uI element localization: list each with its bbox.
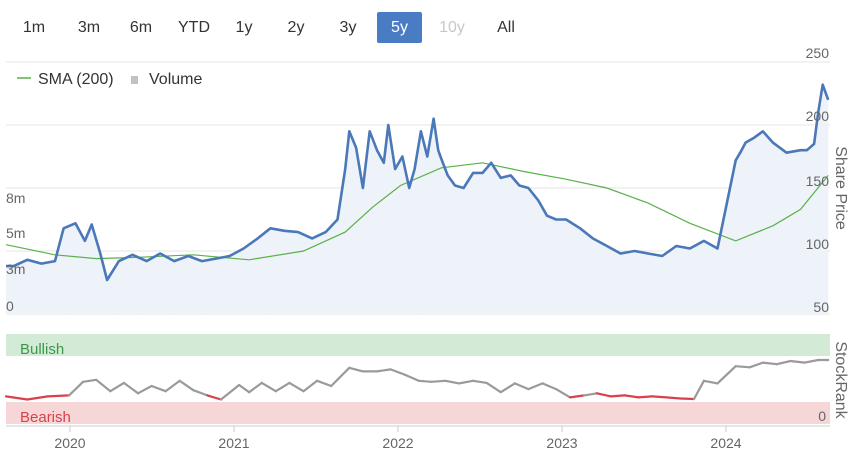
bullish-band bbox=[6, 334, 830, 356]
stockrank-segment bbox=[716, 365, 737, 385]
stockrank-segment bbox=[316, 379, 333, 388]
stockrank-segment bbox=[651, 395, 668, 399]
volume-legend-label[interactable]: Volume bbox=[149, 71, 202, 88]
stockrank-segment bbox=[122, 381, 140, 395]
stockrank-segment bbox=[192, 389, 209, 397]
stockrank-segment bbox=[499, 382, 516, 394]
stockrank-segment bbox=[513, 382, 530, 391]
price-tick-50: 50 bbox=[813, 299, 829, 315]
stockrank-segment bbox=[472, 379, 488, 384]
stockrank-segment bbox=[330, 366, 351, 388]
stockrank-segment bbox=[554, 388, 572, 399]
stockrank-segment bbox=[430, 379, 447, 383]
stockrank-segment bbox=[583, 392, 599, 397]
stockrank-segment bbox=[541, 382, 558, 391]
stockrank-segment bbox=[219, 383, 241, 401]
price-tick-250: 250 bbox=[806, 45, 830, 61]
stockrank-segment bbox=[692, 379, 706, 401]
stockrank-segment bbox=[403, 373, 420, 382]
stockrank-segment bbox=[375, 368, 392, 373]
stockrank-segment bbox=[46, 394, 71, 398]
stockrank-segment bbox=[734, 365, 751, 369]
stockrank-segment bbox=[109, 381, 126, 393]
stockrank-line bbox=[4, 358, 830, 401]
stockrank-segment bbox=[775, 359, 792, 366]
x-label-2023: 2023 bbox=[546, 435, 577, 450]
stockrank-segment bbox=[803, 358, 820, 364]
sma-legend-label[interactable]: SMA (200) bbox=[38, 71, 114, 88]
stockrank-segment bbox=[389, 368, 406, 376]
stockrank-segment bbox=[136, 384, 153, 395]
stockrank-segment bbox=[748, 361, 765, 369]
stockrank-segment bbox=[348, 366, 364, 373]
bearish-band bbox=[6, 402, 830, 424]
stockrank-segment bbox=[302, 379, 319, 393]
stockrank-segment bbox=[609, 394, 626, 398]
stockrank-segment bbox=[248, 381, 263, 394]
legend[interactable]: SMA (200) Volume bbox=[17, 71, 202, 88]
volume-tick-5m: 5m bbox=[6, 225, 25, 241]
x-label-2024: 2024 bbox=[710, 435, 741, 450]
stockrank-segment bbox=[568, 394, 586, 399]
stockrank-segment bbox=[95, 378, 112, 393]
volume-tick-3m: 3m bbox=[6, 261, 25, 277]
x-label-2020: 2020 bbox=[54, 435, 85, 450]
stockrank-segment bbox=[665, 396, 682, 400]
price-tick-150: 150 bbox=[806, 173, 830, 189]
stockrank-segment bbox=[417, 379, 433, 383]
stockrank-segment bbox=[527, 382, 544, 391]
stockrank-segment bbox=[260, 381, 277, 393]
stockrank-segment bbox=[206, 394, 223, 401]
bearish-label: Bearish bbox=[20, 409, 71, 426]
share-price-axis-title: Share Price bbox=[832, 146, 849, 230]
price-chart[interactable]: 250 200 150 100 50 Share Price 8m 5m 3m … bbox=[0, 0, 856, 450]
stockrank-segment bbox=[288, 381, 305, 393]
stockrank-segment bbox=[637, 395, 654, 399]
stockrank-segment bbox=[4, 395, 29, 401]
stockrank-segment bbox=[164, 379, 181, 393]
stockrank-segment bbox=[274, 381, 291, 393]
bullish-label: Bullish bbox=[20, 341, 64, 358]
volume-legend-swatch bbox=[131, 76, 138, 84]
stockrank-axis-title: StockRank bbox=[832, 341, 849, 419]
stockrank-segment bbox=[485, 381, 502, 394]
stockrank-segment bbox=[81, 378, 98, 383]
stockrank-segment bbox=[238, 383, 251, 394]
volume-tick-0: 0 bbox=[6, 298, 14, 314]
x-label-2021: 2021 bbox=[218, 435, 249, 450]
x-label-2022: 2022 bbox=[382, 435, 413, 450]
stockrank-segment bbox=[457, 379, 475, 385]
stockrank-panel: Bullish Bearish 0 StockRank bbox=[4, 334, 849, 426]
stockrank-segment bbox=[679, 397, 696, 401]
price-tick-200: 200 bbox=[806, 108, 830, 124]
stockrank-segment bbox=[26, 395, 49, 401]
stockrank-segment bbox=[444, 379, 461, 385]
price-tick-100: 100 bbox=[806, 236, 830, 252]
price-area bbox=[6, 84, 829, 314]
x-axis: 2020 2021 2022 2023 2024 bbox=[6, 425, 830, 450]
stockrank-segment bbox=[789, 359, 806, 364]
stockrank-tick-0: 0 bbox=[818, 408, 826, 424]
stockrank-segment bbox=[67, 380, 85, 397]
stockrank-segment bbox=[150, 384, 167, 393]
stockrank-segment bbox=[595, 392, 613, 398]
volume-tick-8m: 8m bbox=[6, 190, 25, 206]
stockrank-segment bbox=[702, 379, 719, 385]
stockrank-segment bbox=[178, 379, 195, 392]
stockrank-segment bbox=[761, 361, 779, 366]
stockrank-segment bbox=[623, 394, 640, 399]
